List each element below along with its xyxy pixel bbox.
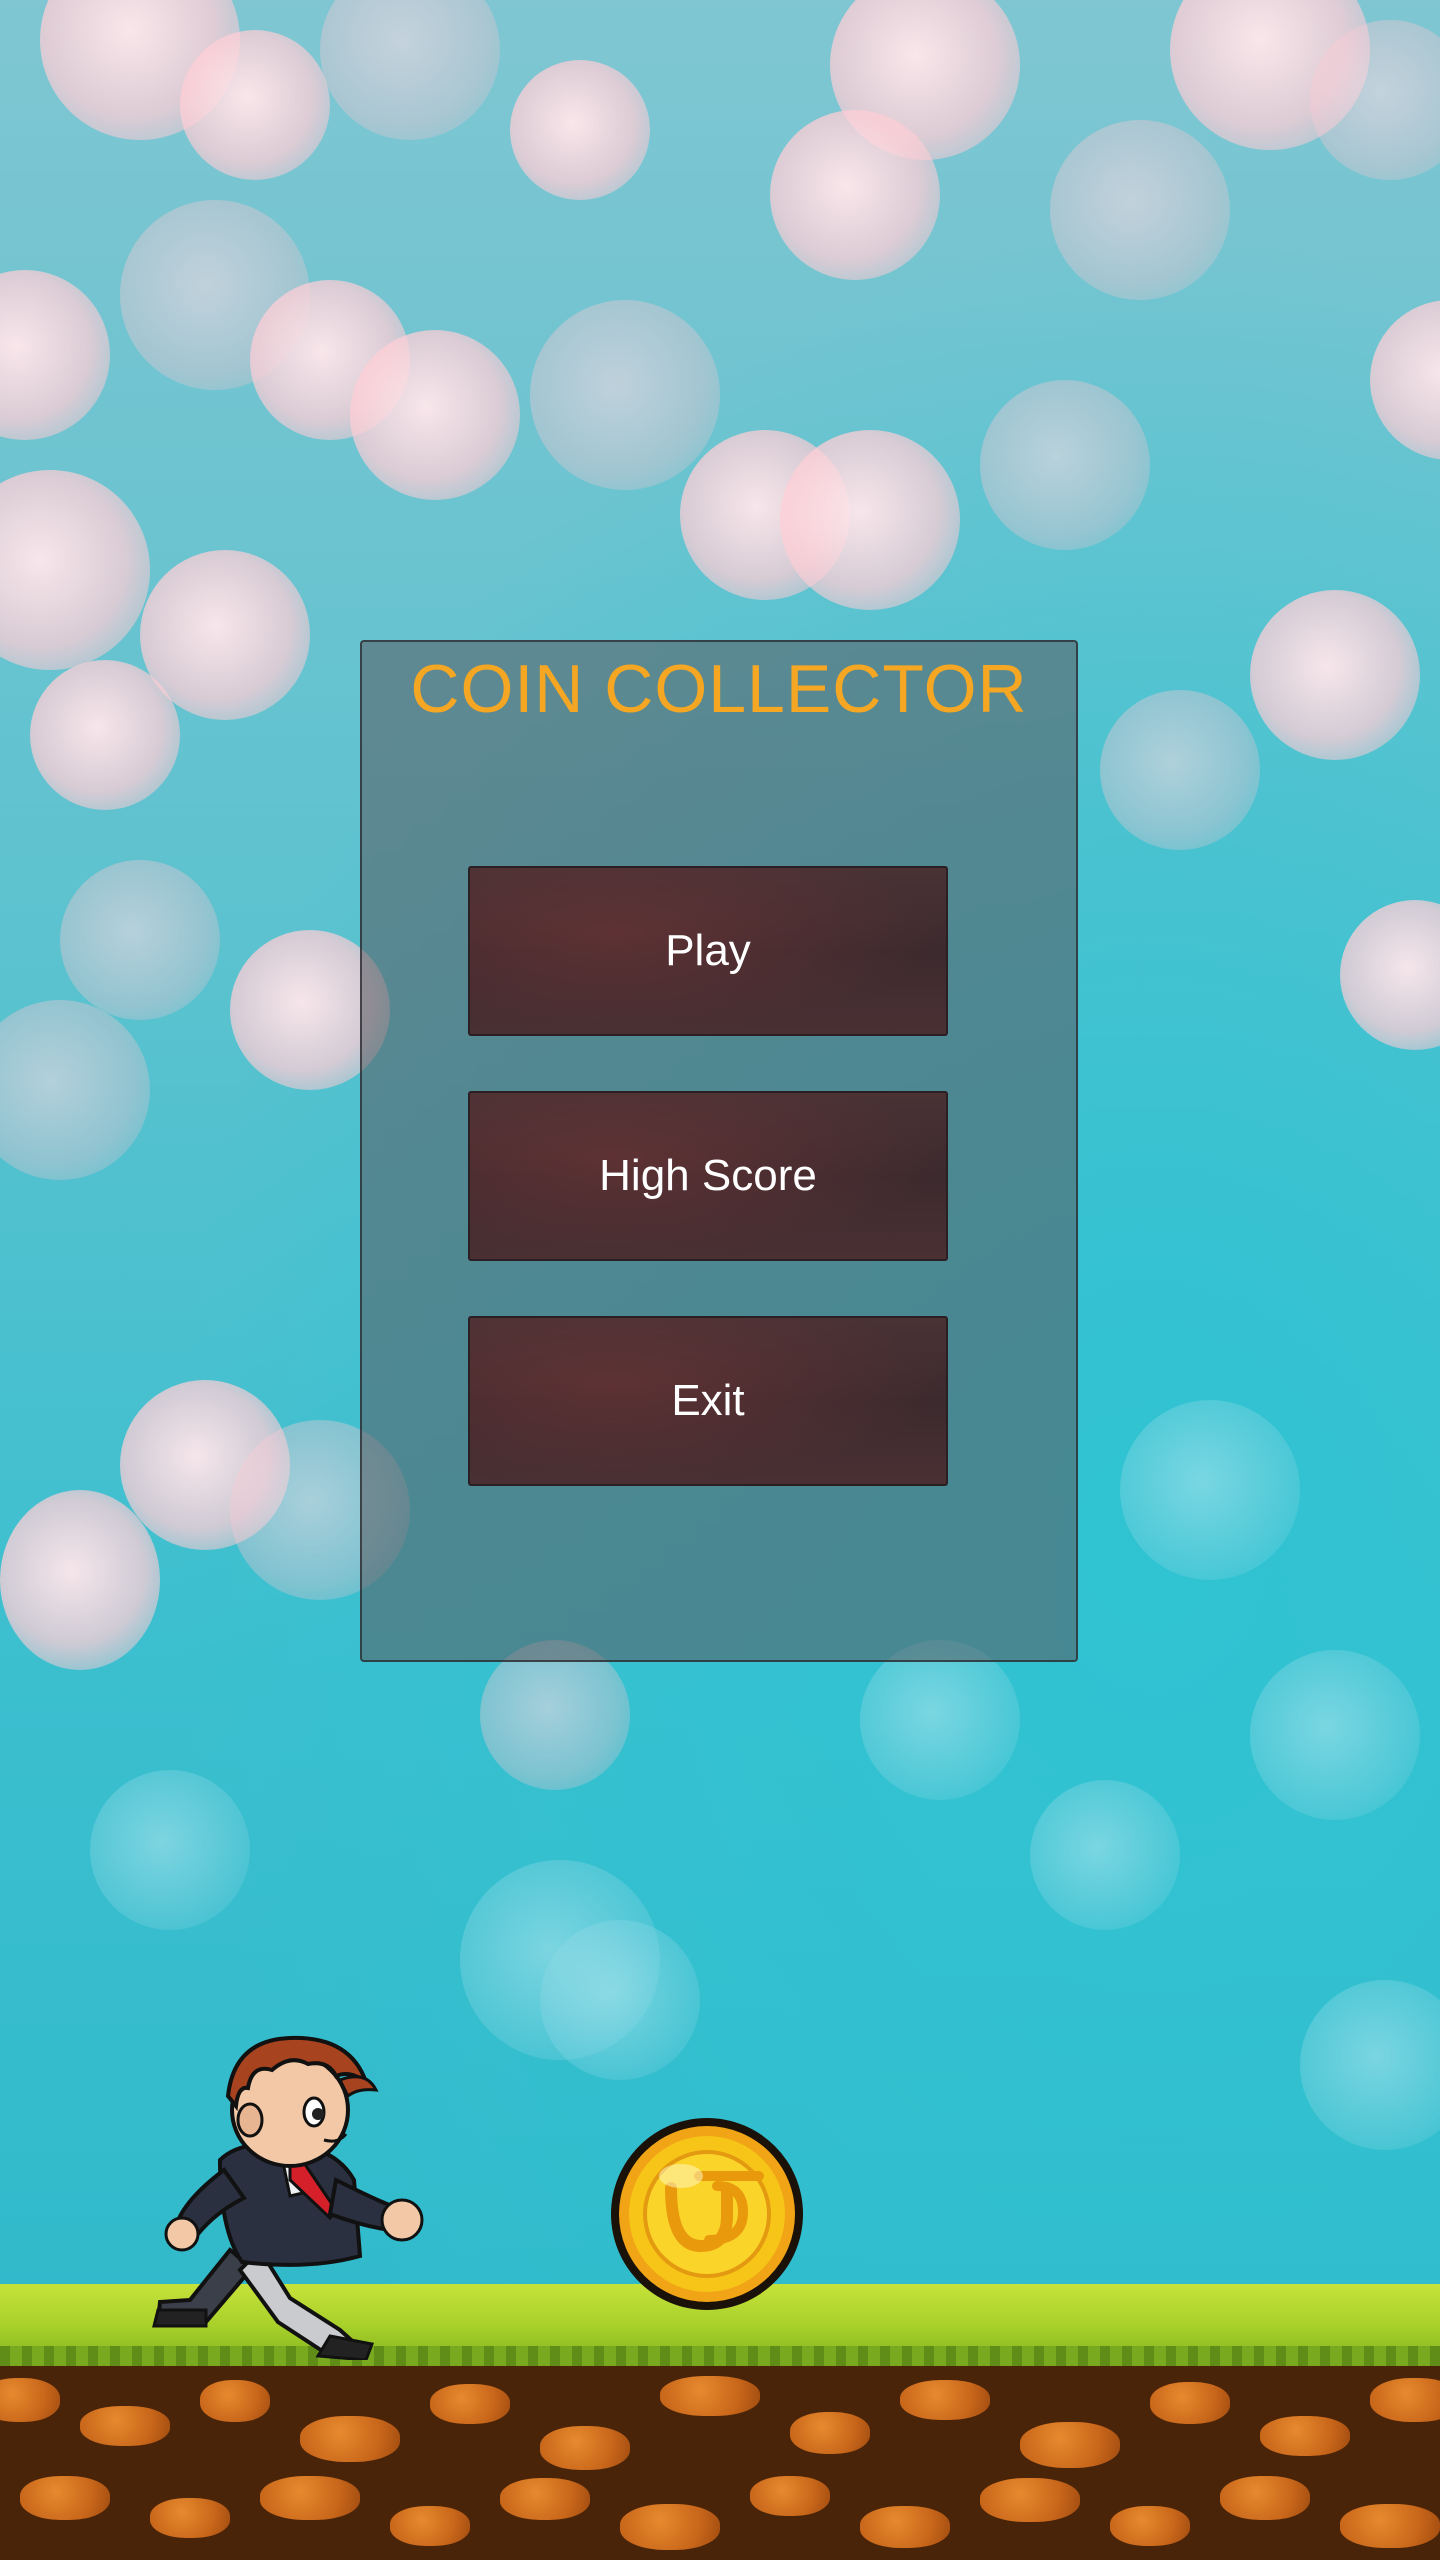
player-character-icon [152, 2035, 424, 2360]
game-scene: COIN COLLECTOR Play High Score Exit [0, 0, 1440, 2560]
gold-coin-icon [611, 2118, 803, 2310]
exit-button-label: Exit [671, 1376, 745, 1425]
dirt-layer [0, 2366, 1440, 2560]
high-score-button[interactable]: High Score [468, 1091, 948, 1261]
high-score-button-label: High Score [599, 1151, 817, 1200]
main-menu-panel: COIN COLLECTOR Play High Score Exit [360, 640, 1078, 1662]
play-button-label: Play [665, 926, 751, 975]
play-button[interactable]: Play [468, 866, 948, 1036]
exit-button[interactable]: Exit [468, 1316, 948, 1486]
game-title: COIN COLLECTOR [410, 651, 1028, 727]
